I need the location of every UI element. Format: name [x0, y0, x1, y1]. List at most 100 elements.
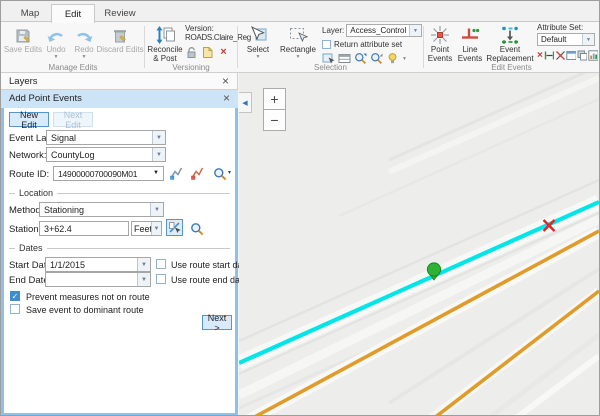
tab-edit[interactable]: Edit [51, 4, 95, 23]
undo-icon [46, 23, 66, 45]
group-selection: Select ▼ Rectangle ▼ Layer: Access_Contr… [239, 22, 422, 72]
ribbon-tab-bar: Map Edit Review [1, 1, 599, 22]
end-date-arrow-icon[interactable]: ▼ [137, 273, 150, 286]
attribute-set-arrow-icon[interactable]: ▼ [582, 34, 594, 45]
event-layer-combobox[interactable]: Signal ▼ [46, 130, 166, 145]
save-dominant-route-label: Save event to dominant route [26, 305, 144, 315]
add-point-events-header: Add Point Events × [1, 90, 238, 108]
redo-button[interactable]: Redo ▼ [71, 23, 97, 63]
collapse-pane-icon[interactable]: ◀ [239, 92, 252, 113]
prevent-measures-checkbox[interactable]: ✓ [10, 291, 20, 301]
end-date-picker[interactable]: ▼ [45, 272, 151, 287]
dates-title: Dates [19, 243, 43, 253]
group-versioning: Reconcile& Post Version: ROADS.Claire_Re… [146, 22, 236, 72]
tab-map[interactable]: Map [13, 4, 47, 22]
location-separator: Location [9, 188, 230, 198]
rectangle-select-button[interactable]: Rectangle ▼ [277, 23, 319, 63]
measure-event-icon[interactable] [544, 49, 554, 62]
redo-dropdown-icon[interactable]: ▼ [82, 55, 87, 60]
route-id-label: Route ID: [9, 169, 49, 180]
selection-more-dropdown-icon[interactable]: ▼ [402, 57, 407, 62]
layers-pane-title: Layers [9, 76, 38, 87]
delete-version-icon[interactable]: × [217, 46, 230, 59]
station-label: Station: [9, 224, 41, 235]
delete-event-icon[interactable]: × [537, 49, 543, 62]
reconcile-icon [155, 23, 175, 45]
zoom-to-route-icon[interactable] [211, 165, 228, 182]
method-arrow-icon[interactable]: ▼ [150, 203, 163, 216]
trash-icon [111, 23, 129, 45]
undo-button[interactable]: Undo ▼ [43, 23, 69, 63]
tab-review[interactable]: Review [99, 4, 141, 22]
layers-pane-header: Layers × [1, 73, 238, 90]
station-unit-arrow-icon[interactable]: ▼ [151, 222, 161, 235]
event-replacement-button[interactable]: EventReplacement [486, 23, 534, 63]
return-attribute-set-label: Return attribute set [334, 40, 402, 49]
layer-label: Layer: [322, 26, 344, 35]
station-input[interactable]: 3+62.4 [39, 221, 129, 236]
route-id-arrow-icon[interactable]: ▼ [153, 170, 159, 176]
save-dominant-route-checkbox[interactable] [10, 304, 20, 314]
point-events-button[interactable]: PointEvents [426, 23, 454, 63]
flash-route-icon[interactable] [189, 165, 206, 182]
start-date-picker[interactable]: 1/1/2015 ▼ [45, 257, 151, 272]
split-event-icon[interactable] [555, 49, 565, 62]
point-events-icon [430, 23, 450, 45]
unlock-icon[interactable] [185, 46, 198, 59]
check-icon: ✓ [12, 292, 19, 301]
start-date-arrow-icon[interactable]: ▼ [137, 258, 150, 271]
undo-dropdown-icon[interactable]: ▼ [54, 55, 59, 60]
select-cursor-icon [248, 23, 268, 45]
method-combobox[interactable]: Stationing ▼ [39, 202, 164, 217]
zoom-to-station-icon[interactable] [188, 220, 205, 237]
reconcile-post-button[interactable]: Reconcile& Post [147, 23, 183, 63]
network-label: Network: [9, 150, 46, 161]
event-layer-arrow-icon[interactable]: ▼ [152, 131, 165, 144]
add-point-events-pane: New Edit Next Edit Event Layer: Signal ▼… [1, 108, 238, 416]
attribute-set-label: Attribute Set: [537, 23, 597, 32]
add-point-events-close-icon[interactable]: × [223, 91, 230, 106]
attribute-set-combobox[interactable]: Default ▼ [537, 33, 595, 46]
next-edit-button[interactable]: Next Edit [53, 112, 93, 127]
dates-separator: Dates [9, 243, 230, 253]
map-zoom-control: + − [263, 88, 286, 131]
zoom-route-dropdown-icon[interactable]: ▾ [228, 169, 231, 176]
version-label: Version: [185, 24, 235, 33]
use-route-end-date-checkbox[interactable] [156, 274, 166, 284]
map-canvas [239, 73, 599, 416]
save-icon [14, 23, 32, 45]
pick-station-on-map-button[interactable] [166, 219, 183, 236]
ribbon: Save Edits Undo ▼ Redo ▼ Discar [1, 22, 599, 73]
copy-events-icon[interactable] [577, 49, 587, 62]
save-edits-button[interactable]: Save Edits [5, 23, 41, 63]
line-events-button[interactable]: LineEvents [456, 23, 484, 63]
prevent-measures-label: Prevent measures not on route [26, 292, 150, 302]
new-edit-button[interactable]: New Edit [9, 112, 49, 127]
rectangle-dropdown-icon[interactable]: ▼ [296, 55, 301, 60]
select-route-icon[interactable] [168, 165, 185, 182]
return-attribute-set-checkbox[interactable] [322, 40, 331, 49]
zoom-in-button[interactable]: + [263, 88, 286, 110]
event-replacement-icon [499, 23, 521, 45]
layers-close-icon[interactable]: × [222, 74, 229, 89]
app-window: Map Edit Review Save Edits Undo ▼ [0, 0, 600, 416]
event-chart-icon[interactable] [588, 49, 598, 62]
use-route-end-date-label: Use route end date [171, 275, 248, 285]
map-view[interactable]: ◀ + − [239, 73, 599, 416]
next-button[interactable]: Next > [202, 315, 232, 330]
network-combobox[interactable]: CountyLog ▼ [46, 147, 166, 162]
select-dropdown-icon[interactable]: ▼ [256, 55, 261, 60]
event-table-icon[interactable] [566, 49, 576, 62]
use-route-start-date-checkbox[interactable] [156, 259, 166, 269]
zoom-out-button[interactable]: − [263, 109, 286, 131]
select-button[interactable]: Select ▼ [241, 23, 275, 63]
network-arrow-icon[interactable]: ▼ [152, 148, 165, 161]
new-version-icon[interactable] [201, 46, 214, 59]
route-id-combobox[interactable]: 14900000700090M01 ▼ [53, 166, 164, 181]
discard-edits-button[interactable]: Discard Edits [97, 23, 143, 63]
line-events-icon [460, 23, 480, 45]
redo-icon [74, 23, 94, 45]
layer-combobox-arrow-icon[interactable]: ▼ [409, 25, 421, 36]
layer-combobox[interactable]: Access_Control ▼ [346, 24, 422, 37]
station-unit-combobox[interactable]: Feet ▼ [131, 221, 162, 236]
